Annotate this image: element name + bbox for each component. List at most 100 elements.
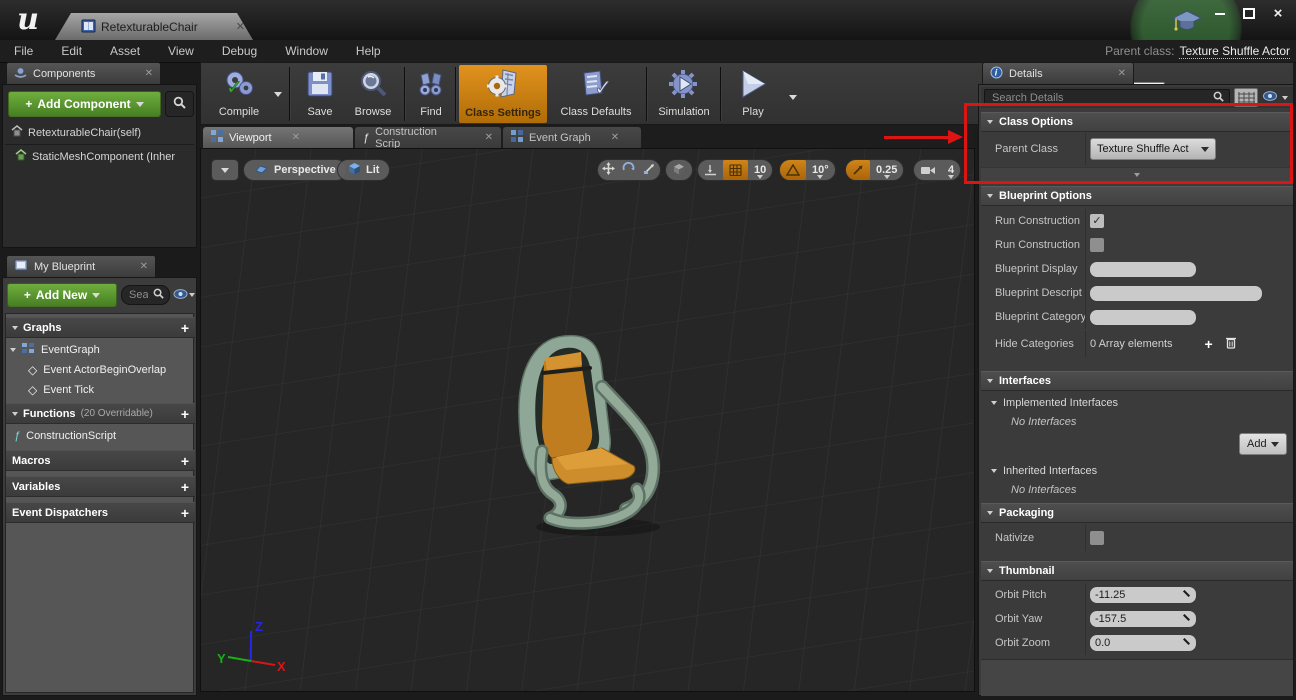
visibility-eye-icon[interactable] bbox=[173, 288, 188, 303]
camera-speed-value[interactable]: 4 bbox=[942, 160, 960, 180]
class-settings-button[interactable]: Class Settings bbox=[459, 65, 547, 123]
camera-speed-icon[interactable] bbox=[914, 160, 942, 180]
grid-snap-value[interactable]: 10 bbox=[748, 160, 772, 180]
details-view-options-eye-icon[interactable] bbox=[1262, 90, 1278, 105]
details-tab[interactable]: i Details ✕ bbox=[982, 62, 1134, 84]
perspective-button[interactable]: Perspective bbox=[243, 159, 347, 181]
interfaces-header[interactable]: Interfaces bbox=[981, 371, 1293, 391]
lit-mode-button[interactable]: Lit bbox=[337, 159, 390, 181]
grid-snap-toggle-icon[interactable] bbox=[723, 160, 748, 180]
add-new-button[interactable]: + Add New bbox=[7, 283, 117, 307]
event-overlap-item[interactable]: ◇ Event ActorBeginOverlap bbox=[28, 360, 195, 380]
asset-tab[interactable]: RetexturableChair ✕ bbox=[55, 13, 253, 40]
play-button[interactable]: Play bbox=[727, 66, 779, 122]
checkbox-checked[interactable]: ✓ bbox=[1090, 214, 1104, 228]
viewport-options-dropdown[interactable] bbox=[211, 159, 239, 181]
tab-event-graph[interactable]: Event Graph ✕ bbox=[503, 127, 641, 148]
dispatchers-section-header[interactable]: Event Dispatchers + bbox=[6, 502, 195, 523]
scale-snap-value[interactable]: 0.25 bbox=[870, 160, 903, 180]
compile-button[interactable]: ✓ Compile bbox=[209, 66, 269, 122]
functions-section-header[interactable]: Functions (20 Overridable) + bbox=[6, 403, 195, 424]
details-search-input[interactable] bbox=[990, 91, 1210, 105]
menu-view[interactable]: View bbox=[154, 44, 208, 58]
event-tick-item[interactable]: ◇ Event Tick bbox=[28, 380, 195, 400]
simulation-button[interactable]: Simulation bbox=[653, 66, 715, 122]
find-button[interactable]: Find bbox=[409, 66, 453, 122]
tab-close-icon[interactable]: ✕ bbox=[611, 132, 619, 143]
save-button[interactable]: Save bbox=[297, 66, 343, 122]
add-array-element-icon[interactable]: + bbox=[1205, 336, 1213, 352]
drag-handle-icon[interactable] bbox=[1182, 613, 1191, 625]
menu-window[interactable]: Window bbox=[271, 44, 342, 58]
component-item-staticmesh[interactable]: StaticMeshComponent (Inher bbox=[3, 147, 208, 166]
components-tab-close-icon[interactable]: ✕ bbox=[145, 68, 153, 79]
my-blueprint-tab[interactable]: My Blueprint ✕ bbox=[6, 255, 156, 277]
close-button[interactable]: × bbox=[1266, 5, 1290, 22]
viewport-3d[interactable]: Perspective Lit 10 10° 0.25 bbox=[200, 148, 975, 692]
details-search[interactable] bbox=[984, 89, 1230, 106]
macros-section-header[interactable]: Macros + bbox=[6, 450, 195, 471]
graphs-section-header[interactable]: Graphs + bbox=[6, 317, 195, 338]
move-tool-icon[interactable] bbox=[602, 162, 615, 178]
details-view-dropdown-icon[interactable] bbox=[1282, 96, 1288, 100]
blueprint-category-field[interactable] bbox=[1090, 310, 1196, 325]
packaging-header[interactable]: Packaging bbox=[981, 503, 1293, 523]
surface-snap-icon[interactable] bbox=[698, 160, 723, 180]
compile-options-dropdown-icon[interactable] bbox=[274, 92, 282, 97]
inherited-interfaces-row[interactable]: Inherited Interfaces bbox=[981, 461, 1293, 481]
tab-construction-script[interactable]: ƒ Construction Scrip ✕ bbox=[355, 127, 501, 148]
components-tab[interactable]: Components ✕ bbox=[6, 62, 161, 84]
class-defaults-button[interactable]: ✓ Class Defaults bbox=[551, 66, 641, 122]
component-item-self[interactable]: RetexturableChair(self) bbox=[3, 123, 204, 142]
menu-file[interactable]: File bbox=[0, 44, 47, 58]
tab-close-icon[interactable]: ✕ bbox=[292, 132, 300, 143]
blueprint-options-header[interactable]: Blueprint Options bbox=[981, 186, 1293, 206]
add-graph-icon[interactable]: + bbox=[181, 320, 189, 336]
minimize-button[interactable] bbox=[1208, 5, 1232, 22]
blueprint-description-field[interactable] bbox=[1090, 286, 1262, 301]
my-blueprint-search-input[interactable] bbox=[127, 288, 150, 302]
property-matrix-icon[interactable] bbox=[1234, 88, 1258, 107]
variables-section-header[interactable]: Variables + bbox=[6, 476, 195, 497]
coordinate-space-button[interactable] bbox=[665, 159, 693, 181]
tutorial-cap-icon[interactable] bbox=[1172, 9, 1202, 38]
maximize-button[interactable] bbox=[1237, 5, 1261, 22]
menu-asset[interactable]: Asset bbox=[96, 44, 154, 58]
scale-tool-icon[interactable] bbox=[643, 162, 656, 178]
drag-handle-icon[interactable] bbox=[1182, 589, 1191, 601]
orbit-pitch-field[interactable]: -11.25 bbox=[1090, 587, 1196, 603]
add-component-button[interactable]: + Add Component bbox=[8, 91, 161, 117]
my-blueprint-search[interactable] bbox=[121, 285, 170, 305]
add-macro-icon[interactable]: + bbox=[181, 453, 189, 469]
add-dispatcher-icon[interactable]: + bbox=[181, 505, 189, 521]
details-tab-close-icon[interactable]: ✕ bbox=[1118, 68, 1126, 79]
add-variable-icon[interactable]: + bbox=[181, 479, 189, 495]
add-function-icon[interactable]: + bbox=[181, 406, 189, 422]
thumbnail-header[interactable]: Thumbnail bbox=[981, 561, 1293, 581]
blueprint-display-name-field[interactable] bbox=[1090, 262, 1196, 277]
menu-edit[interactable]: Edit bbox=[47, 44, 96, 58]
implemented-interfaces-row[interactable]: Implemented Interfaces bbox=[981, 393, 1293, 413]
my-blueprint-tab-close-icon[interactable]: ✕ bbox=[140, 261, 148, 272]
chair-mesh[interactable] bbox=[506, 331, 686, 541]
components-search-button[interactable] bbox=[165, 91, 194, 117]
menu-debug[interactable]: Debug bbox=[208, 44, 271, 58]
tab-viewport[interactable]: Viewport ✕ bbox=[203, 127, 353, 148]
parent-class-link[interactable]: Texture Shuffle Actor bbox=[1179, 44, 1290, 59]
nativize-checkbox[interactable] bbox=[1090, 531, 1104, 545]
play-options-dropdown-icon[interactable] bbox=[789, 95, 797, 100]
clear-array-icon[interactable] bbox=[1225, 336, 1237, 352]
checkbox-unchecked[interactable] bbox=[1090, 238, 1104, 252]
visibility-dropdown-icon[interactable] bbox=[189, 293, 195, 297]
class-options-header[interactable]: Class Options bbox=[981, 112, 1293, 132]
browse-button[interactable]: Browse bbox=[345, 66, 401, 122]
scale-snap-toggle-icon[interactable] bbox=[846, 160, 870, 180]
orbit-zoom-field[interactable]: 0.0 bbox=[1090, 635, 1196, 651]
class-options-expander[interactable] bbox=[981, 167, 1293, 181]
menu-help[interactable]: Help bbox=[342, 44, 395, 58]
angle-snap-value[interactable]: 10° bbox=[806, 160, 835, 180]
orbit-yaw-field[interactable]: -157.5 bbox=[1090, 611, 1196, 627]
parent-class-dropdown[interactable]: Texture Shuffle Act bbox=[1090, 138, 1216, 160]
drag-handle-icon[interactable] bbox=[1182, 637, 1191, 649]
tab-close-icon[interactable]: ✕ bbox=[485, 132, 493, 143]
